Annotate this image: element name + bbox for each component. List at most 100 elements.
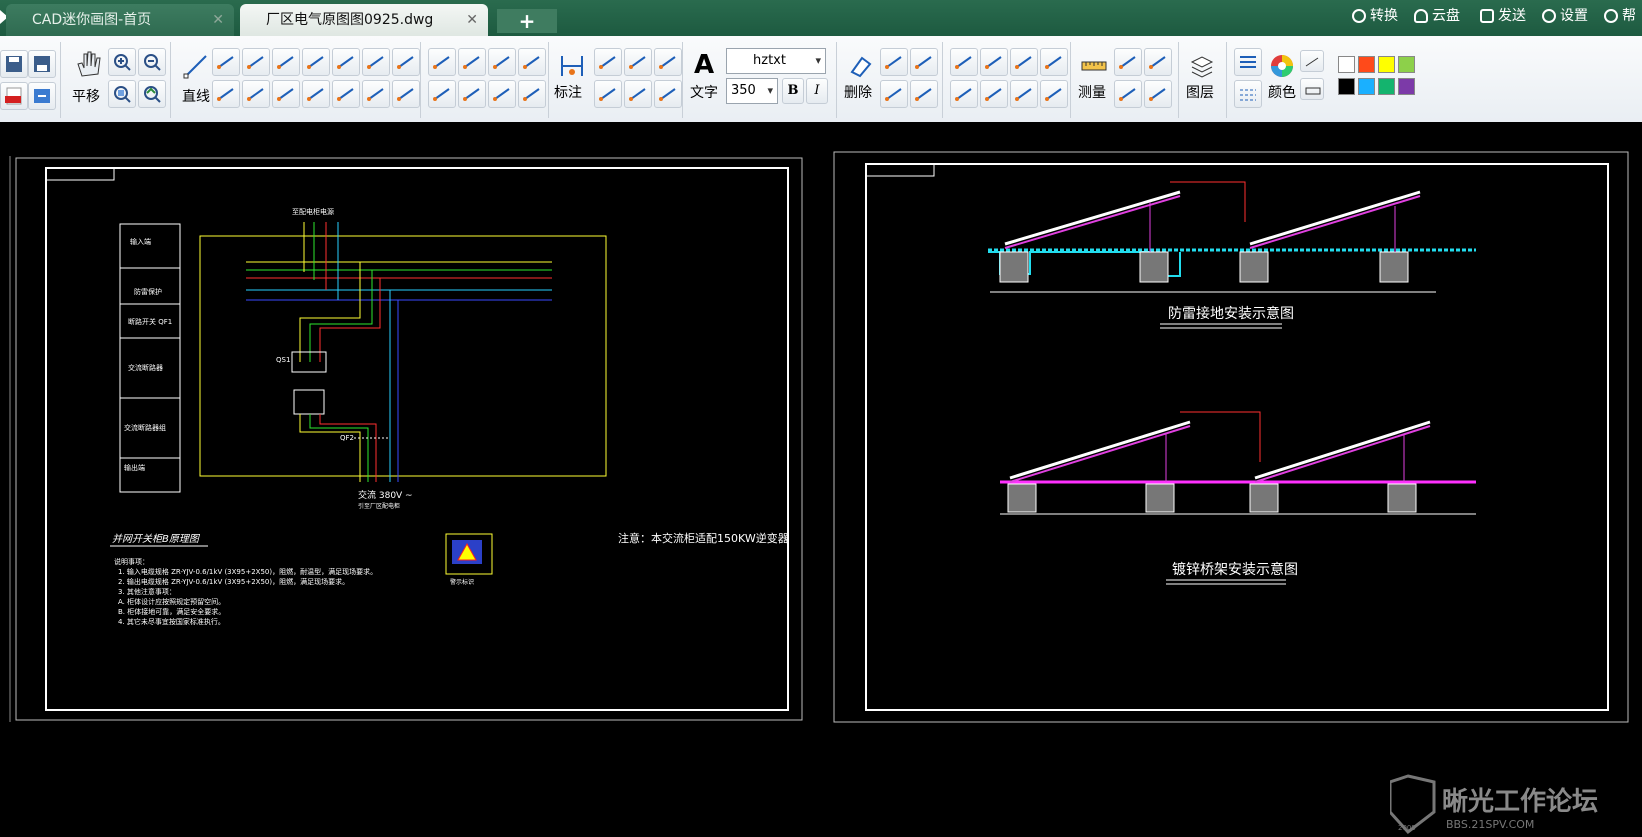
color-label[interactable]: 颜色 [1268,82,1296,102]
color-swatch[interactable] [1338,78,1355,95]
legend-block-1: 输入端 [130,237,151,246]
spline-icon[interactable] [242,48,270,76]
annotate-label[interactable]: 标注 [554,82,582,102]
watermark-year: 2009 [1398,824,1416,832]
color-swatch[interactable] [1358,78,1375,95]
continuous-dim-icon[interactable] [654,48,682,76]
tab-drawing[interactable]: 厂区电气原图图0925.dwg ✕ [240,4,488,36]
fillet-icon[interactable] [488,48,516,76]
mirror-icon[interactable] [1010,80,1038,108]
color-swatch[interactable] [1398,56,1415,73]
circle-icon[interactable] [332,48,360,76]
import-icon[interactable] [1114,80,1142,108]
group-icon[interactable] [1040,80,1068,108]
cloud-button[interactable]: 云盘 [1414,0,1460,32]
color-swatch[interactable] [1358,56,1375,73]
array-icon[interactable] [1040,48,1068,76]
brush-icon[interactable] [910,80,938,108]
bold-button[interactable]: B [782,78,804,104]
tab-home[interactable]: CAD迷你画图-首页 ✕ [6,4,234,36]
send-button[interactable]: 发送 [1480,0,1526,32]
font-name-select[interactable]: hztxt ▾ [726,48,826,74]
color-match-icon[interactable] [1300,50,1324,72]
pan-hand-icon[interactable] [72,48,106,82]
drawing-canvas[interactable]: 输入端 防雷保护 断路开关 QF1 交流断路器 交流断路器组 输出端 至配电柜电… [0,122,1642,835]
eraser-icon[interactable] [846,52,874,80]
convert-button[interactable]: 转换 [1352,0,1398,32]
text-label[interactable]: 文字 [690,82,718,102]
cloud-shape-icon[interactable] [392,48,420,76]
rotate-object-icon[interactable] [1010,48,1038,76]
freehand-icon[interactable] [302,80,330,108]
note-3: 3. 其他注意事项： [118,587,176,596]
extend-icon[interactable] [458,48,486,76]
line-weight-icon[interactable] [1234,48,1262,76]
zoom-in-icon[interactable] [108,48,136,76]
triangle-icon[interactable] [212,80,240,108]
move-icon[interactable] [950,48,978,76]
linear-dim-icon[interactable] [594,80,622,108]
arrow-line-icon[interactable] [362,80,390,108]
trim-icon[interactable] [428,48,456,76]
radius-dim-icon[interactable] [624,80,652,108]
parallelogram-icon[interactable] [272,80,300,108]
font-size-select[interactable]: 350 ▾ [726,78,778,104]
supply-heading: 至配电柜电源 [292,207,334,216]
fill-icon[interactable] [518,80,546,108]
layer-label[interactable]: 图层 [1186,82,1214,102]
ruler-icon[interactable] [1080,52,1108,80]
pdf-export-icon[interactable] [0,82,28,110]
chamfer-icon[interactable] [518,48,546,76]
text-tool-icon[interactable]: A [694,50,714,80]
line-type-icon[interactable] [1234,80,1262,108]
help-button[interactable]: 帮助 [1604,0,1642,56]
explode-icon[interactable] [980,80,1008,108]
new-tab-button[interactable]: + [497,9,557,33]
tab-drawing-close-icon[interactable]: ✕ [466,4,478,36]
save-as-icon[interactable] [28,50,56,78]
color-wheel-icon[interactable] [1268,52,1296,80]
italic-button[interactable]: I [806,78,828,104]
line-label[interactable]: 直线 [182,86,210,106]
settings-button[interactable]: 设置 [1542,0,1588,32]
settings-dim-icon[interactable] [654,80,682,108]
color-swatch[interactable] [1398,78,1415,95]
color-swatch[interactable] [1338,56,1355,73]
scale-icon[interactable] [980,48,1008,76]
zoom-window-icon[interactable] [108,80,136,108]
color-swatch[interactable] [1378,78,1395,95]
aligned-dim-icon[interactable] [594,48,622,76]
paste-icon[interactable] [880,80,908,108]
arc-line-icon[interactable] [302,48,330,76]
rectangle-icon[interactable] [362,48,390,76]
line-tool-icon[interactable] [182,52,210,80]
zoom-out-icon[interactable] [138,48,166,76]
drawing2-title: 镀锌桥架安装示意图 [1172,561,1298,578]
cut-icon[interactable] [910,48,938,76]
pencil-icon[interactable] [1144,48,1172,76]
hatch-icon[interactable] [488,80,516,108]
zoom-extents-icon[interactable] [138,80,166,108]
angle-dim-icon[interactable] [624,48,652,76]
export-icon[interactable] [28,82,56,110]
car-icon[interactable] [1300,78,1324,100]
copy-icon[interactable] [880,48,908,76]
pan-label[interactable]: 平移 [72,86,100,106]
multiline-icon[interactable] [272,48,300,76]
rotate-icon[interactable] [458,80,486,108]
save-icon[interactable] [0,50,28,78]
color-swatch[interactable] [1378,56,1395,73]
measure-label[interactable]: 测量 [1078,82,1106,102]
pentagon-icon[interactable] [242,80,270,108]
area-icon[interactable] [1114,48,1142,76]
trapezoid-icon[interactable] [332,80,360,108]
delete-label[interactable]: 删除 [844,82,872,102]
polyline-icon[interactable] [212,48,240,76]
export-view-icon[interactable] [1144,80,1172,108]
offset-icon[interactable] [428,80,456,108]
block-icon[interactable] [950,80,978,108]
dimension-icon[interactable] [558,52,586,80]
tab-home-close-icon[interactable]: ✕ [212,4,224,36]
layers-icon[interactable] [1188,52,1216,80]
double-arrow-icon[interactable] [392,80,420,108]
